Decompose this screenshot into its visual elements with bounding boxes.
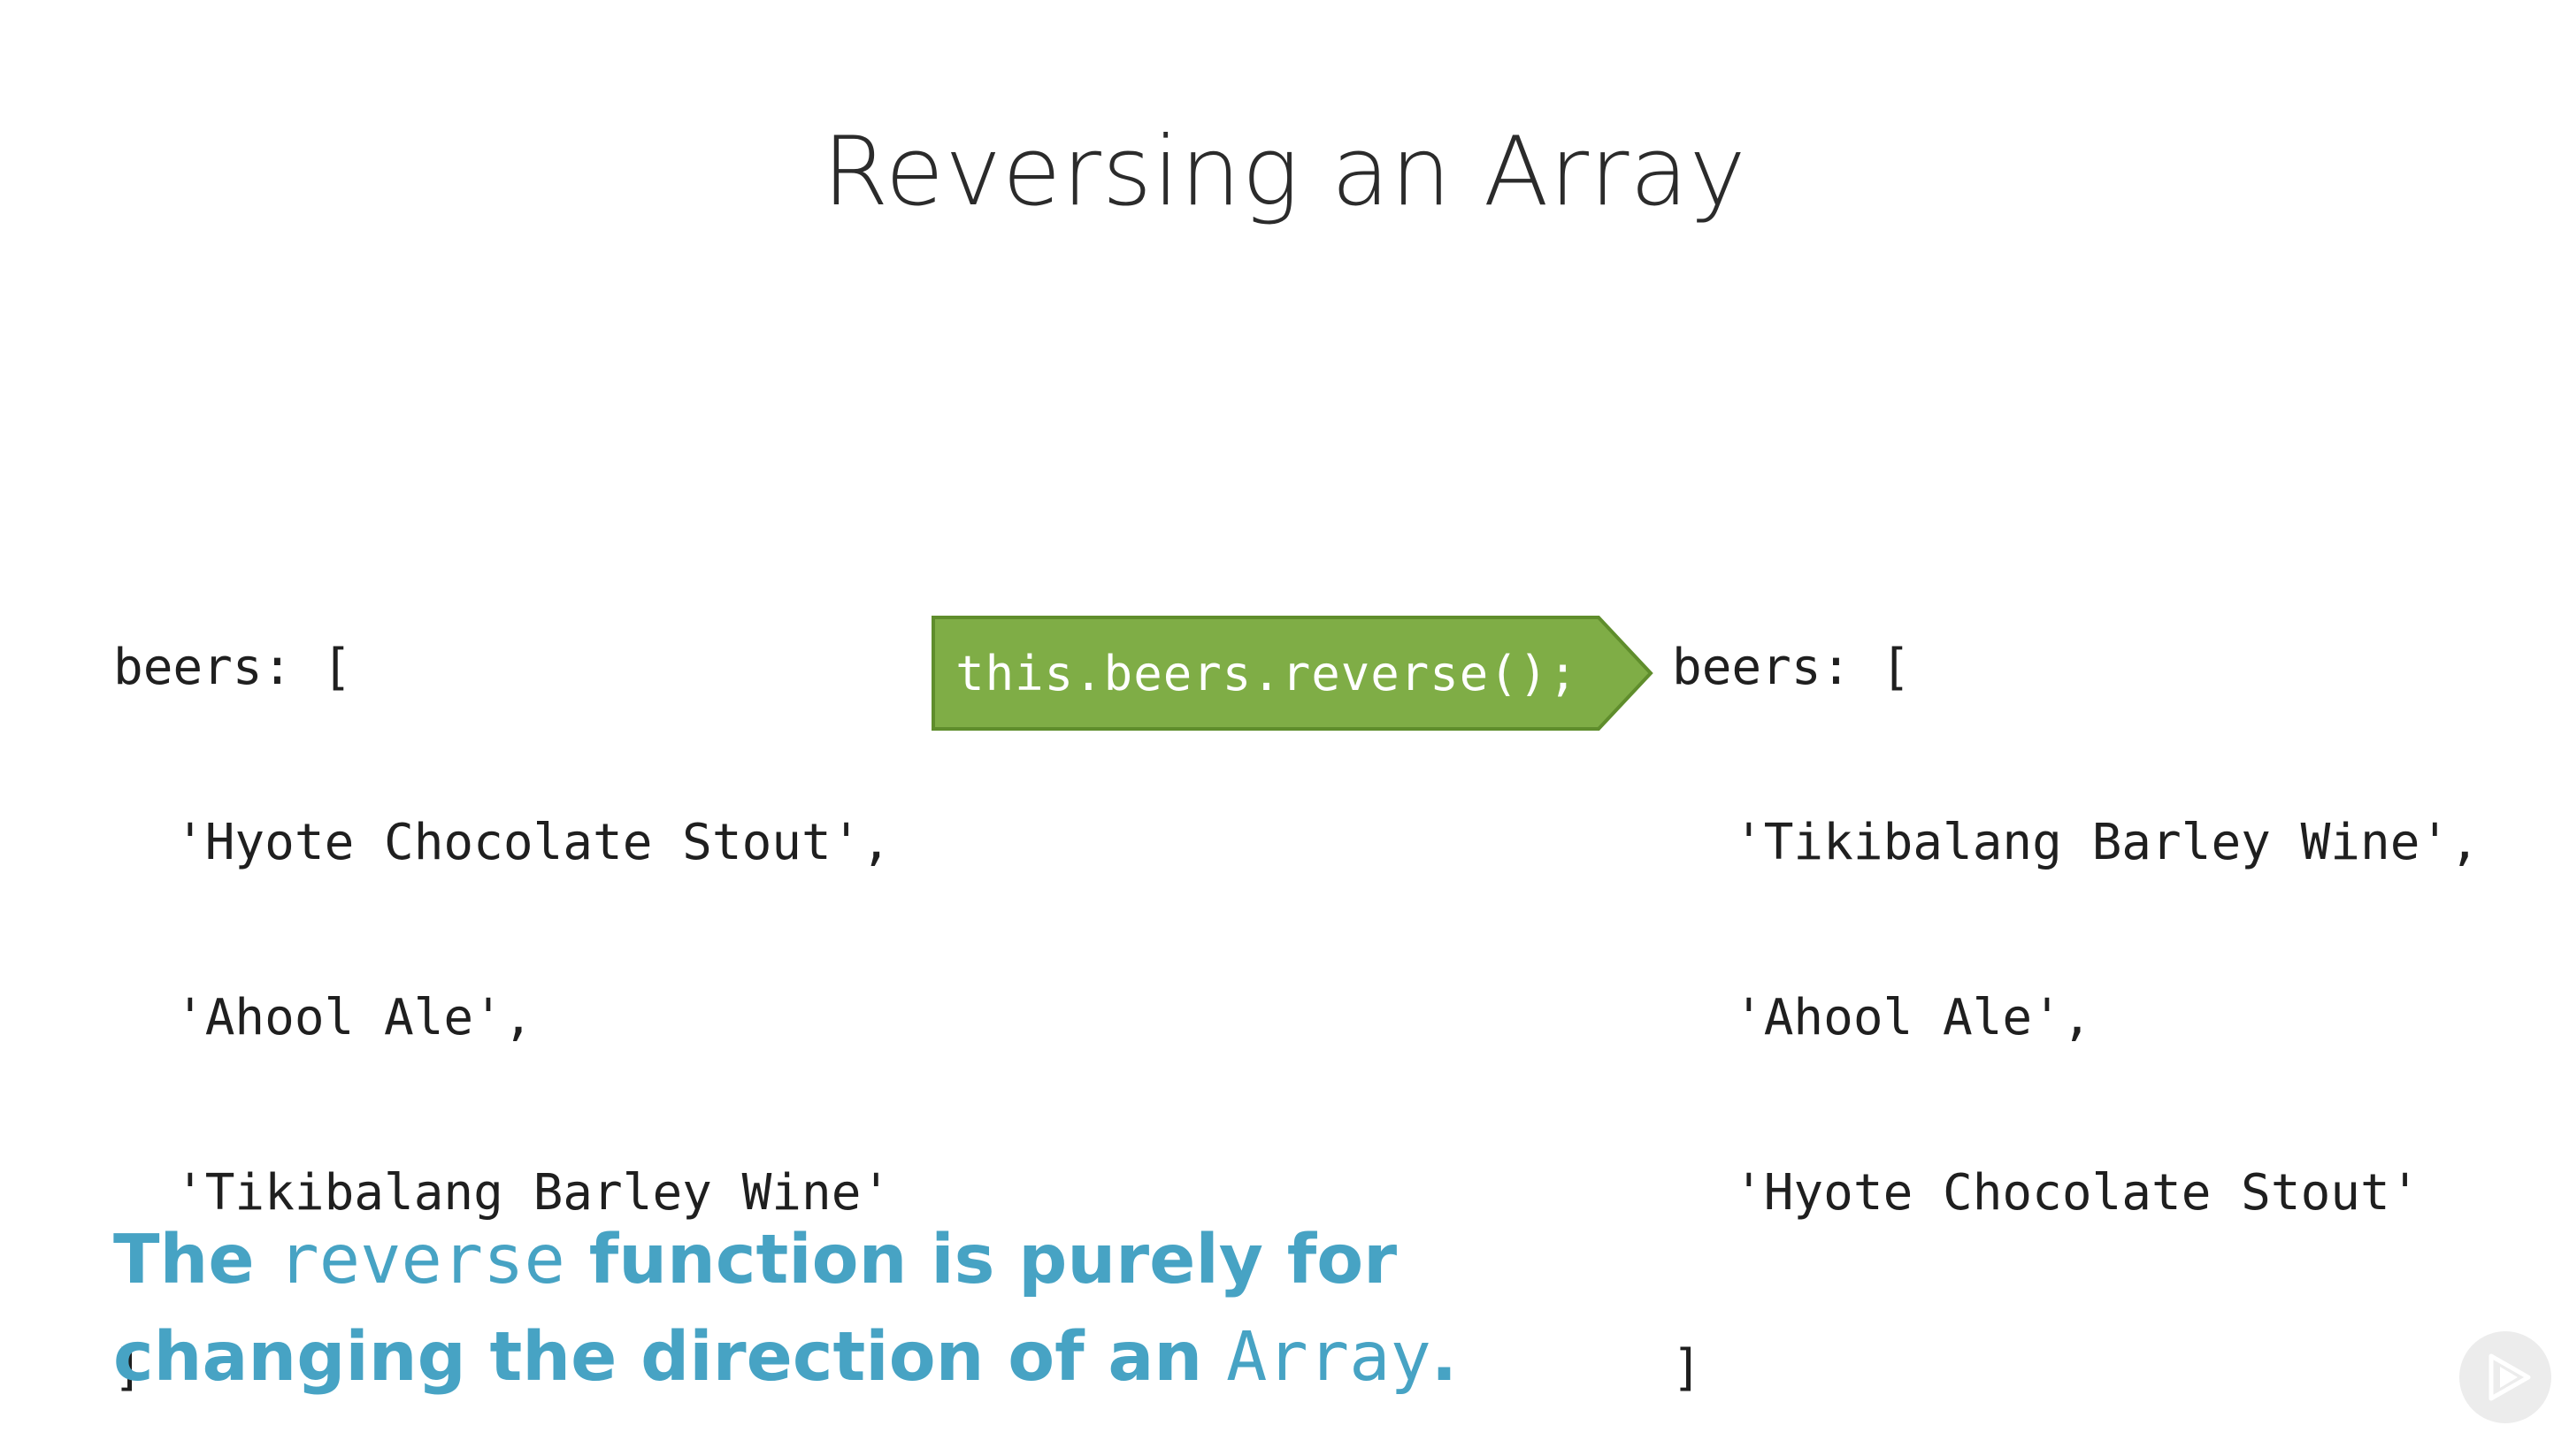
caption-text: The [113,1221,279,1299]
code-line-open: beers: [ [1672,639,1911,696]
code-line-open: beers: [ [113,639,352,696]
code-line-item: 'Ahool Ale', [1734,989,2092,1046]
slide-caption: The reverse function is purely for chang… [113,1212,1794,1406]
caption-code: Array [1226,1318,1431,1397]
code-line-item: 'Tikibalang Barley Wine', [1734,814,2480,871]
code-line-item: 'Ahool Ale', [175,989,533,1046]
play-logo-icon [2459,1331,2551,1423]
slide-title: Reversing an Array [822,117,1747,227]
caption-code: reverse [278,1221,565,1299]
caption-text: . [1430,1318,1458,1397]
caption-text: changing the direction of an [113,1318,1227,1397]
code-line-item: 'Hyote Chocolate Stout', [175,814,892,871]
reverse-arrow: this.beers.reverse(); [931,615,1656,732]
arrow-code-label: this.beers.reverse(); [955,645,1578,701]
caption-text: function is purely for [564,1221,1398,1299]
caption-line-1: The reverse function is purely for [113,1212,1794,1309]
caption-line-2: changing the direction of an Array. [113,1309,1794,1406]
